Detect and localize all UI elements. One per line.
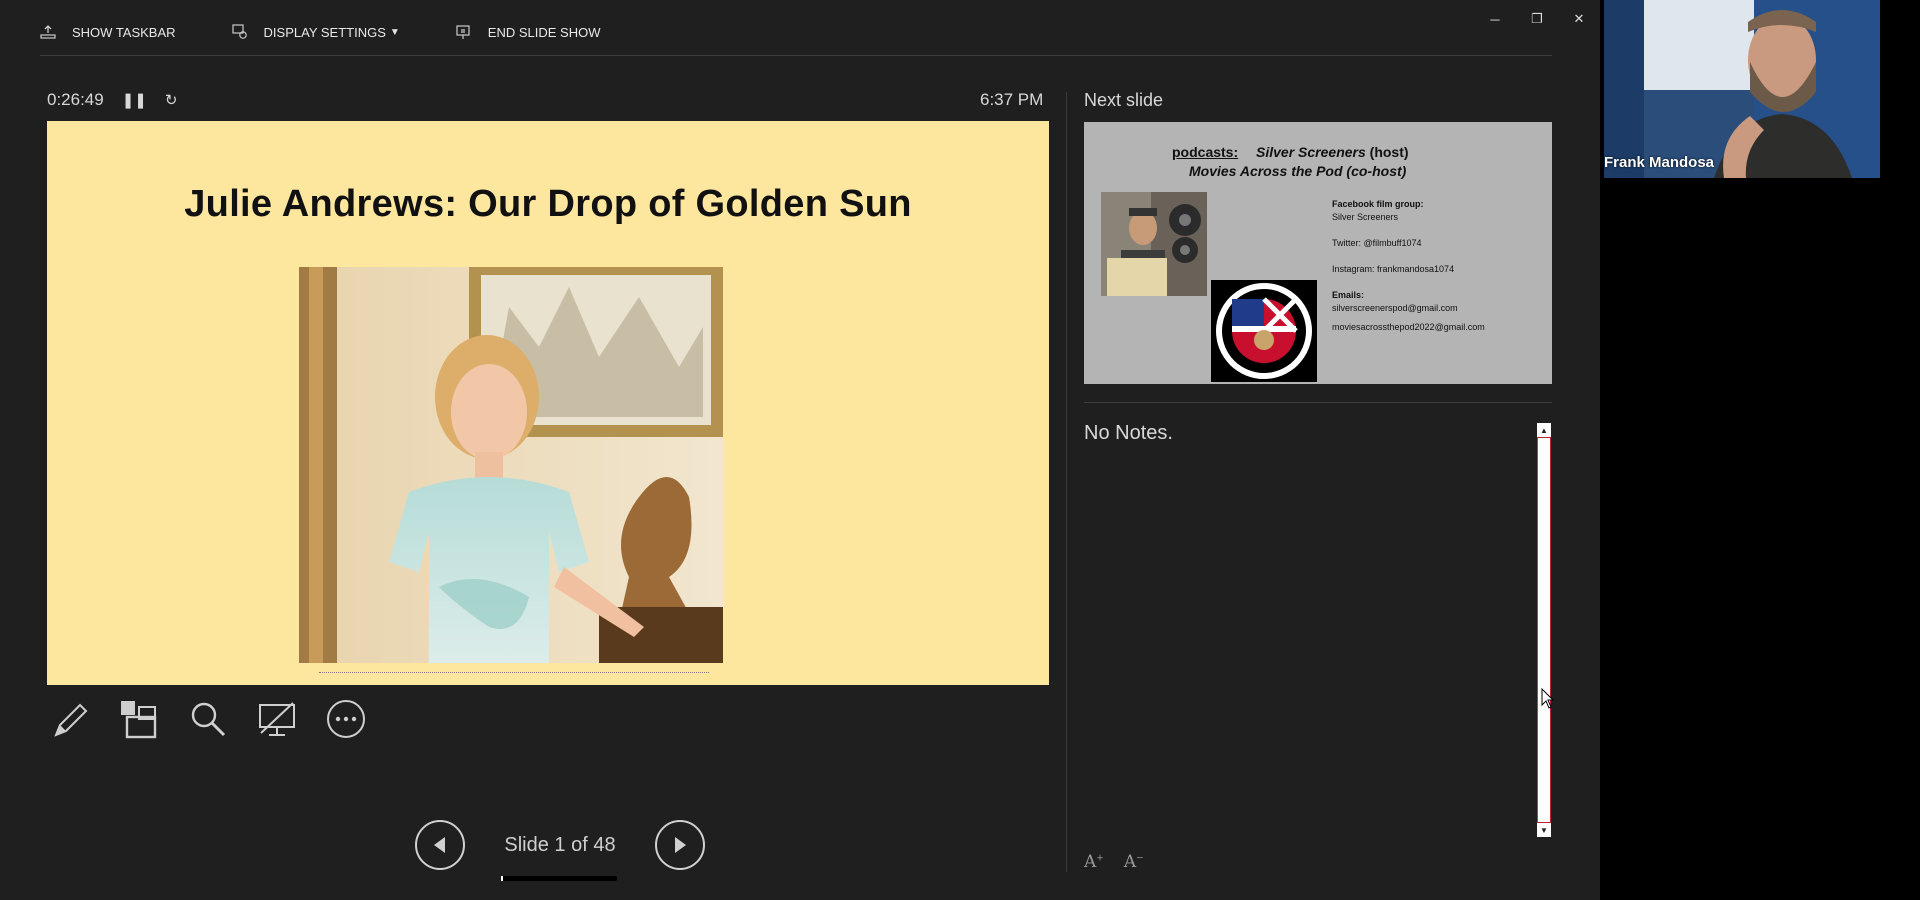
next-slide-cohost-line: Movies Across the Pod (co-host) <box>1189 163 1406 179</box>
current-slide[interactable]: Julie Andrews: Our Drop of Golden Sun <box>47 121 1049 685</box>
previous-slide-button[interactable] <box>415 820 465 870</box>
display-settings-button[interactable]: DISPLAY SETTINGS ▼ <box>231 24 400 40</box>
toolbar-divider <box>40 55 1552 56</box>
current-time: 6:37 PM <box>980 90 1044 109</box>
slide-photo <box>299 267 723 663</box>
show-taskbar-button[interactable]: SHOW TASKBAR <box>40 25 176 40</box>
movies-across-the-pod-logo <box>1211 280 1317 382</box>
speaker-notes[interactable]: No Notes. <box>1084 422 1173 445</box>
taskbar-icon <box>40 25 56 39</box>
elapsed-time: 0:26:49 <box>47 90 104 109</box>
see-all-slides-tool[interactable] <box>117 697 161 741</box>
pause-icon[interactable]: ❚❚ <box>122 91 147 109</box>
email-2: moviesacrossthepod2022@gmail.com <box>1332 322 1485 332</box>
cohost-show: Movies Across the Pod <box>1189 163 1343 179</box>
increase-font-icon[interactable]: A+ <box>1084 852 1104 872</box>
presenter-view: SHOW TASKBAR DISPLAY SETTINGS ▼ END SLID… <box>0 0 1600 900</box>
display-settings-label: DISPLAY SETTINGS <box>263 24 386 40</box>
presenter-toolbar: SHOW TASKBAR DISPLAY SETTINGS ▼ END SLID… <box>40 18 656 46</box>
host-role: (host) <box>1369 144 1409 160</box>
scroll-up-icon[interactable]: ▲ <box>1537 423 1551 437</box>
podcasts-label: podcasts: <box>1172 144 1239 160</box>
play-left-icon <box>434 837 445 853</box>
slide-progress-fill <box>501 875 504 881</box>
emails-heading: Emails: <box>1332 290 1365 300</box>
restore-icon[interactable]: ❐ <box>1516 6 1558 32</box>
panel-divider[interactable] <box>1066 92 1067 872</box>
slide-title: Julie Andrews: Our Drop of Golden Sun <box>184 183 912 225</box>
cohost-role: (co-host) <box>1346 163 1407 179</box>
end-slide-show-button[interactable]: END SLIDE SHOW <box>456 24 601 40</box>
notes-divider <box>1084 402 1552 403</box>
scroll-down-icon[interactable]: ▼ <box>1537 823 1551 837</box>
next-slide-preview[interactable]: podcasts: Silver Screeners (host) Movies… <box>1084 122 1552 384</box>
magnifier-icon <box>191 702 226 737</box>
slide-progress-bar <box>501 875 617 881</box>
window-controls: ─ ❐ ✕ <box>1474 6 1600 32</box>
scrollbar-thumb[interactable] <box>1537 437 1551 823</box>
more-options-tool[interactable] <box>324 697 368 741</box>
next-slide-label: Next slide <box>1084 90 1164 110</box>
timer: 0:26:49 ❚❚ ↻ <box>47 90 177 110</box>
close-icon[interactable]: ✕ <box>1558 6 1600 32</box>
participant-video-feed <box>1604 0 1880 178</box>
notes-font-controls: A+ A− <box>1084 852 1164 872</box>
zoom-tool[interactable] <box>186 697 230 741</box>
restart-icon[interactable]: ↻ <box>165 91 178 109</box>
decrease-font-icon[interactable]: A− <box>1124 852 1144 872</box>
slide-counter-label: Slide 1 of 48 <box>504 833 616 856</box>
facebook-heading: Facebook film group: <box>1332 199 1424 209</box>
slides-grid-icon <box>121 701 157 739</box>
instagram-line: Instagram: frankmandosa1074 <box>1332 264 1455 274</box>
mouse-cursor-icon <box>1541 688 1555 709</box>
slide-tools <box>48 697 393 741</box>
black-screen-tool[interactable] <box>255 697 299 741</box>
facebook-value: Silver Screeners <box>1332 212 1399 222</box>
host-photo <box>1101 192 1207 296</box>
twitter-line: Twitter: @filmbuff1074 <box>1332 238 1422 248</box>
screen-off-icon <box>259 702 295 736</box>
email-1: silverscreenerspod@gmail.com <box>1332 303 1458 313</box>
next-slide-button[interactable] <box>655 820 705 870</box>
play-right-icon <box>675 837 686 853</box>
next-slide-contact-info: Facebook film group: Silver Screeners Tw… <box>1332 198 1485 334</box>
slide-navigation: Slide 1 of 48 <box>415 820 705 881</box>
next-slide-podcasts-line: podcasts: Silver Screeners (host) <box>1172 144 1409 160</box>
minimize-icon[interactable]: ─ <box>1474 6 1516 32</box>
slide-counter: Slide 1 of 48 <box>465 833 655 881</box>
ellipsis-icon <box>327 700 365 738</box>
show-taskbar-label: SHOW TASKBAR <box>72 24 176 40</box>
end-show-icon <box>456 25 470 39</box>
slide-credit-line <box>319 672 709 675</box>
host-show: Silver Screeners <box>1256 144 1366 160</box>
pen-icon <box>54 703 88 737</box>
chevron-down-icon: ▼ <box>389 26 400 38</box>
participant-video: Frank Mandosa <box>1604 0 1880 178</box>
participant-name: Frank Mandosa <box>1604 154 1715 171</box>
pen-tool[interactable] <box>48 697 92 741</box>
notes-scrollbar[interactable]: ▲ ▼ <box>1537 423 1551 837</box>
display-settings-icon <box>231 24 247 39</box>
end-slide-show-label: END SLIDE SHOW <box>487 24 601 40</box>
